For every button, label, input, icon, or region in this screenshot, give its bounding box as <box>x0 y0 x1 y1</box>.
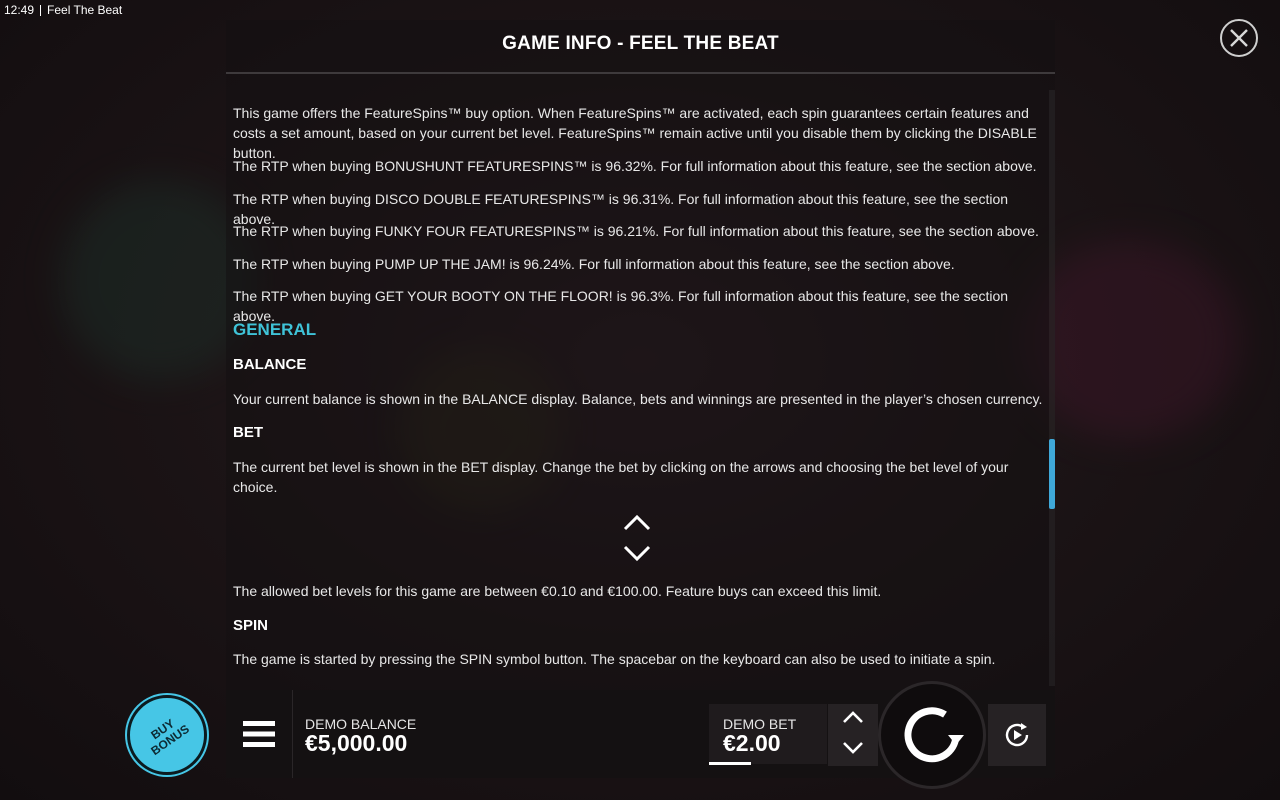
dialog-title: GAME INFO - FEEL THE BEAT <box>502 33 779 54</box>
bet-stepper <box>828 704 878 766</box>
heading-spin: SPIN <box>233 617 269 634</box>
close-icon <box>1230 29 1248 47</box>
menu-button[interactable] <box>226 690 293 778</box>
spin-description: The game is started by pressing the SPIN… <box>233 651 996 667</box>
scrollbar-track[interactable] <box>1049 90 1055 686</box>
rtp-line: The RTP when buying BONUSHUNT FEATURESPI… <box>233 158 1037 174</box>
section-heading-general: GENERAL <box>233 320 317 339</box>
clock: 12:49 <box>4 3 35 17</box>
bet-description: The current bet level is shown in the BE… <box>233 459 1009 495</box>
app-name: Feel The Beat <box>47 3 123 17</box>
divider <box>40 4 42 16</box>
rtp-line: The RTP when buying FUNKY FOUR FEATURESP… <box>233 223 1039 239</box>
bet-arrows-illustration-icon <box>623 514 651 562</box>
balance-description: Your current balance is shown in the BAL… <box>233 391 1043 407</box>
balance-value: €5,000.00 <box>305 730 408 756</box>
info-content[interactable]: This game offers the FeatureSpins™ buy o… <box>233 103 1043 683</box>
spin-icon <box>904 707 964 763</box>
autoplay-icon <box>1005 723 1029 747</box>
bet-decrease-button[interactable] <box>842 741 864 760</box>
rtp-line: The RTP when buying GET YOUR BOOTY ON TH… <box>233 288 1009 324</box>
bet-levels-description: The allowed bet levels for this game are… <box>233 583 882 599</box>
autoplay-button[interactable] <box>988 704 1046 766</box>
bet-increase-button[interactable] <box>842 710 864 729</box>
menu-icon <box>243 721 275 747</box>
heading-balance: BALANCE <box>233 356 307 373</box>
scrollbar-thumb[interactable] <box>1049 439 1055 509</box>
chevron-up-icon <box>843 711 863 723</box>
heading-bet: BET <box>233 424 263 441</box>
buy-bonus-button[interactable]: BUY BONUS <box>127 695 207 775</box>
rtp-line: The RTP when buying PUMP UP THE JAM! is … <box>233 256 955 272</box>
bet-value: €2.00 <box>723 730 781 756</box>
window-titlebar: 12:49 Feel The Beat <box>4 2 122 18</box>
buy-bonus-label: BUY BONUS <box>142 712 193 758</box>
close-button[interactable] <box>1220 19 1258 57</box>
chevron-down-icon <box>843 742 863 754</box>
title-divider <box>226 72 1055 74</box>
bet-level-indicator <box>709 762 751 765</box>
spin-button[interactable] <box>878 681 986 789</box>
featurespins-intro: This game offers the FeatureSpins™ buy o… <box>233 105 1037 161</box>
